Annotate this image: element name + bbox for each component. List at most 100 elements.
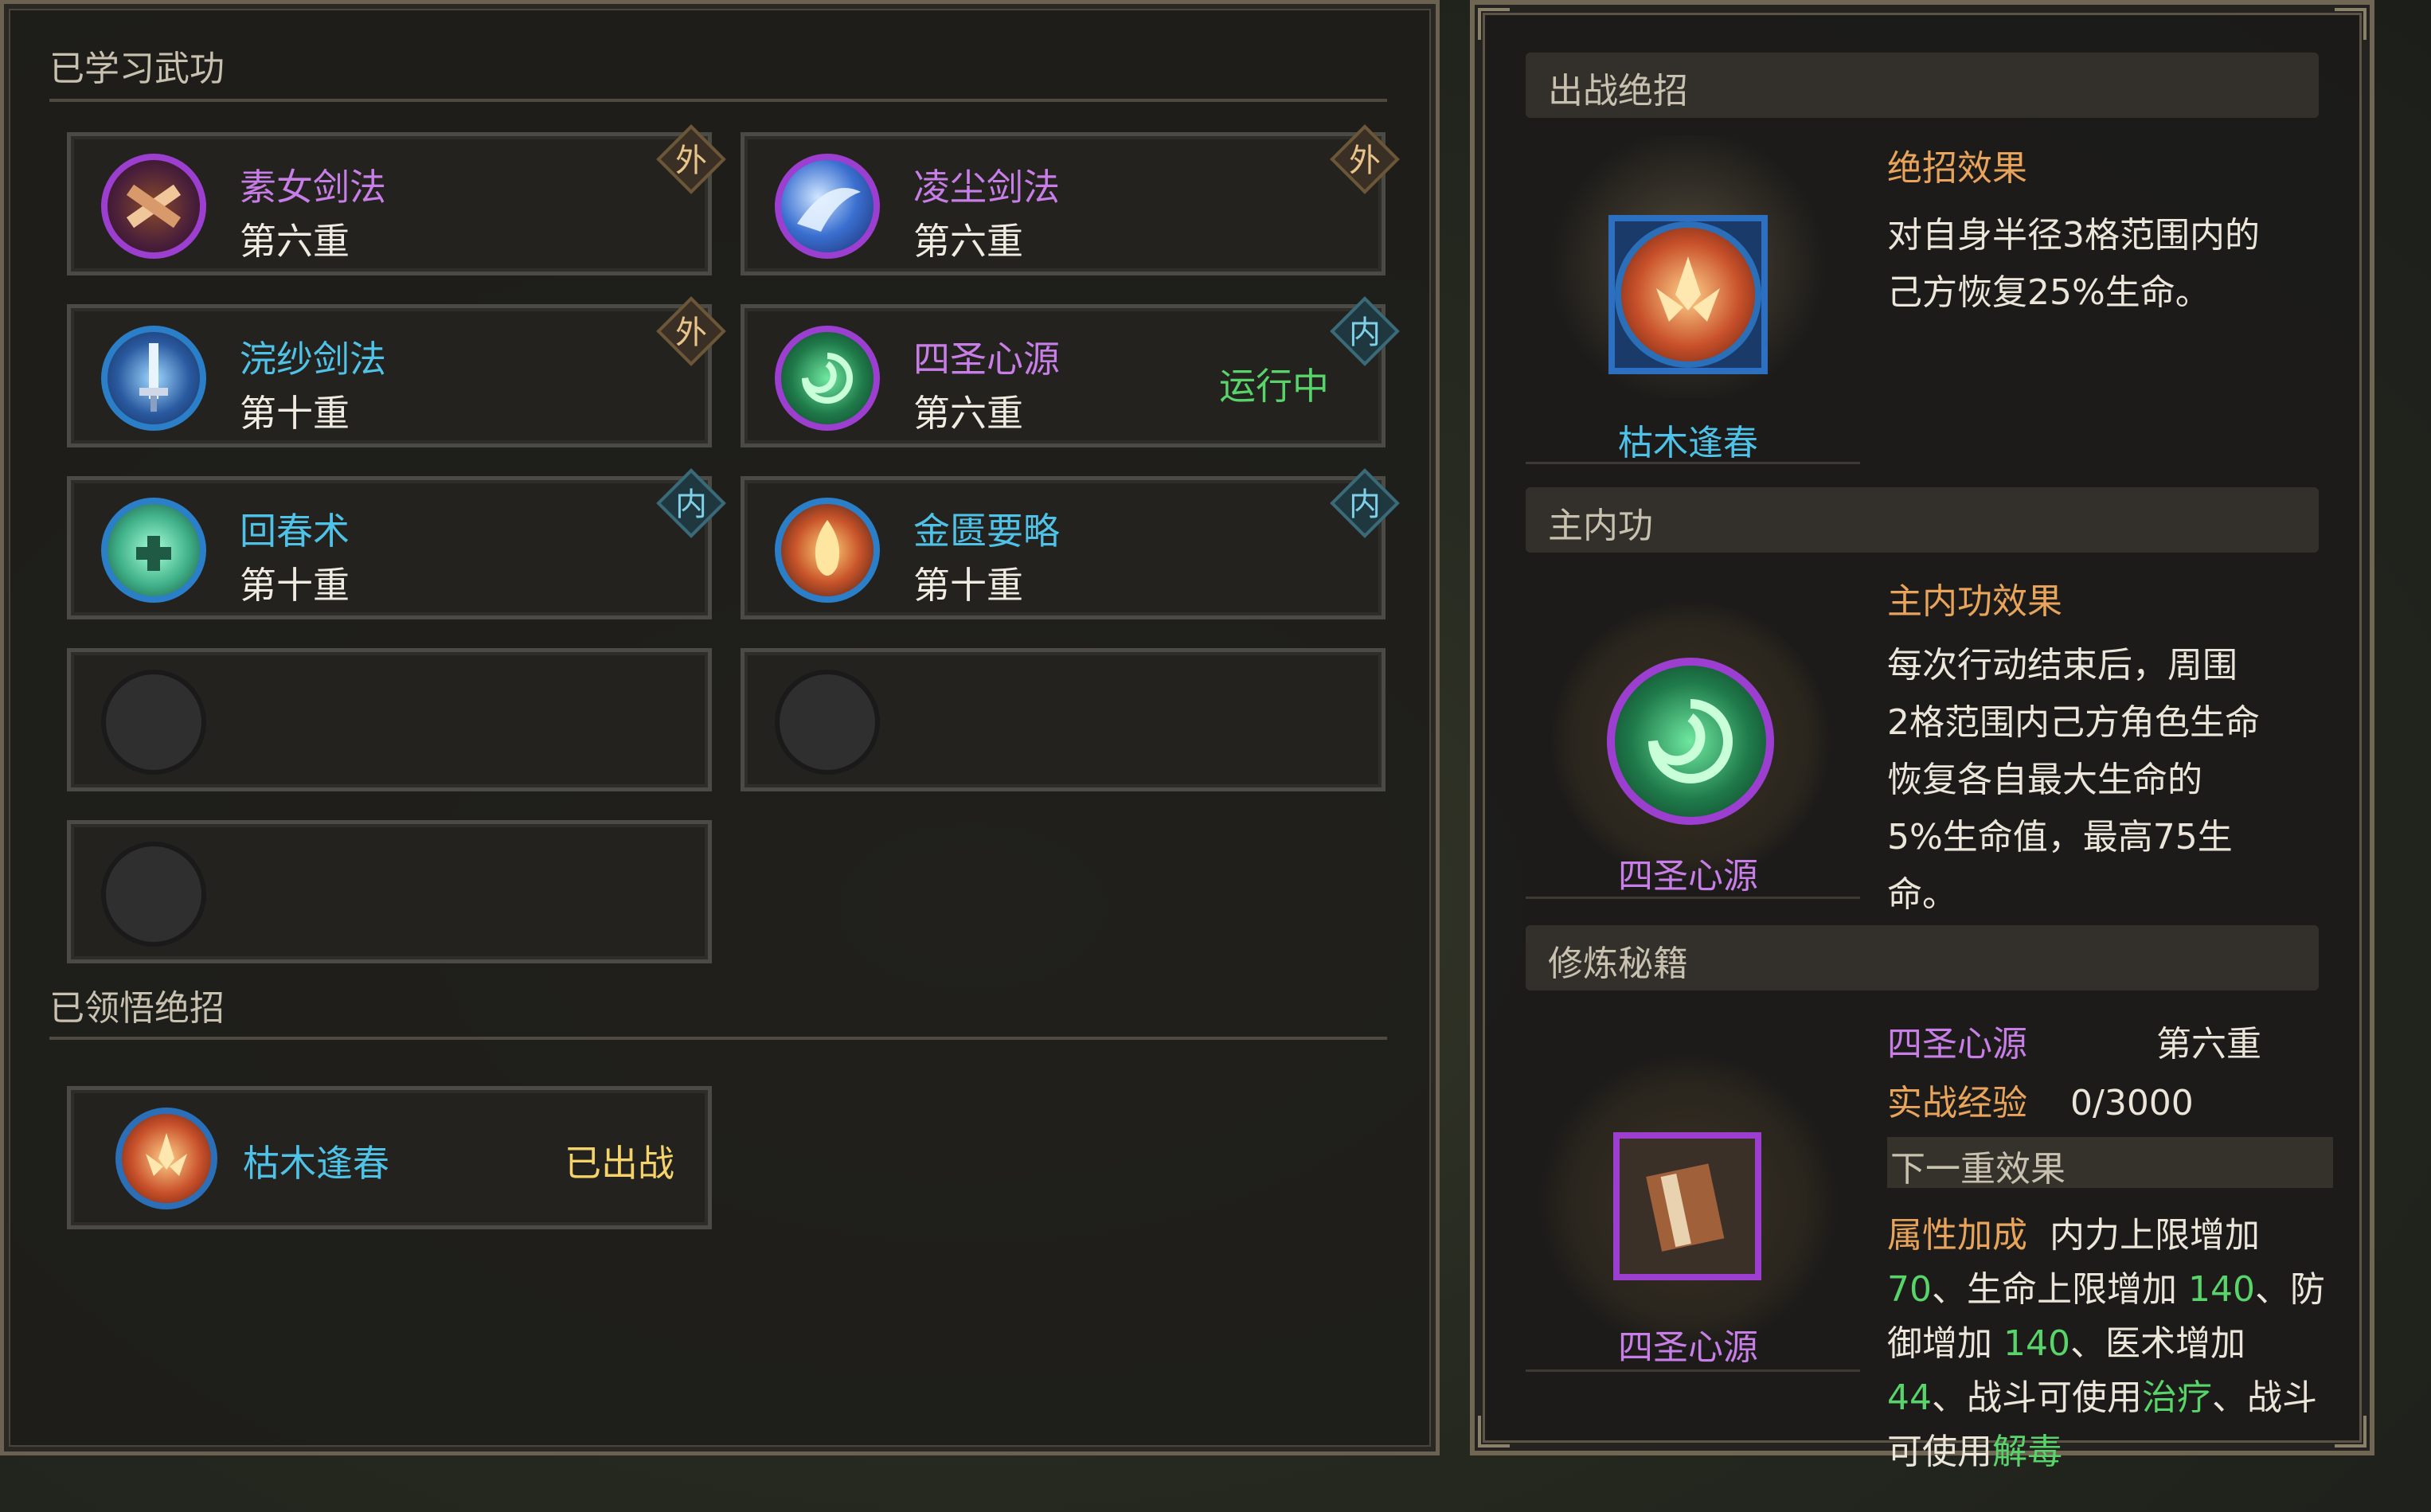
wave-blade-icon [775, 154, 880, 259]
bonus-value: 70 [1887, 1269, 1932, 1310]
frame-corner [2335, 1416, 2367, 1448]
skill-name: 浣纱剑法 [240, 338, 386, 381]
flame-icon [775, 498, 880, 603]
next-level-bar: 下一重效果 [1887, 1137, 2333, 1190]
bonus-value: 140 [2003, 1323, 2070, 1364]
header-label: 主内功 [1548, 506, 1653, 546]
skill-card-sunv[interactable]: 素女剑法 第六重 外 [67, 124, 726, 275]
empty-skill-slot[interactable] [67, 648, 712, 791]
skill-name: 凌尘剑法 [913, 166, 1060, 209]
lotus-icon [1615, 221, 1761, 368]
bonus-text: 、战斗 [2212, 1377, 2317, 1418]
frame-corner [2335, 8, 2367, 40]
healing-potion-icon [101, 498, 206, 603]
skill-level: 第十重 [913, 564, 1023, 607]
effect-text: 己方恢复25%生命。 [1887, 272, 2210, 313]
skill-name: 金匮要略 [913, 510, 1060, 553]
bonus-line: 属性加成 内力上限增加 [1887, 1207, 2260, 1264]
bonus-line: 70、生命上限增加 140、防 [1887, 1261, 2325, 1319]
ultimate-title: 已领悟绝招 [49, 988, 225, 1029]
bonus-value: 140 [2188, 1269, 2255, 1310]
detox-keyword: 解毒 [1992, 1432, 2062, 1472]
battle-ultimate-name: 枯木逢春 [1618, 423, 1758, 463]
empty-slot-icon [775, 670, 880, 775]
deployed-status: 已出战 [565, 1142, 674, 1185]
exp-label: 实战经验 [1887, 1083, 2027, 1123]
scroll-book-icon [1646, 1163, 1725, 1252]
frame-corner [1478, 1416, 1510, 1448]
training-skill-name: 四圣心源 [1887, 1024, 2027, 1065]
type-label: 内 [1349, 486, 1381, 523]
effect-text: 恢复各自最大生命的 [1887, 760, 2202, 800]
empty-slot-icon [101, 670, 206, 775]
type-label: 内 [1349, 315, 1381, 351]
training-header: 修炼秘籍 [1526, 925, 2319, 990]
bonus-line: 御增加 140、医术增加 [1887, 1315, 2245, 1373]
main-internal-header: 主内功 [1526, 487, 2319, 553]
effect-text: 5%生命值，最高75生 [1887, 817, 2233, 858]
effect-text: 每次行动结束后，周围 [1887, 645, 2238, 686]
type-label: 外 [675, 315, 707, 351]
ultimate-name: 枯木逢春 [243, 1142, 389, 1185]
effect-text: 2格范围内己方角色生命 [1887, 702, 2260, 743]
ultimate-card[interactable]: 枯木逢春 已出战 [67, 1086, 712, 1229]
title-divider [49, 99, 1387, 102]
effect-text: 对自身半径3格范围内的 [1887, 215, 2260, 256]
green-swirl-icon [775, 326, 880, 431]
sword-splash-icon [101, 326, 206, 431]
book-name: 四圣心源 [1618, 1327, 1758, 1368]
bonus-text: 、医术增加 [2069, 1323, 2245, 1364]
battle-ultimate-header: 出战绝招 [1526, 53, 2319, 118]
running-status: 运行中 [1219, 365, 1329, 408]
empty-skill-slot[interactable] [741, 648, 1386, 791]
skill-card-sisheng[interactable]: 四圣心源 第六重 运行中 内 [741, 296, 1400, 447]
skill-name: 四圣心源 [913, 338, 1060, 381]
skill-card-lingchen[interactable]: 凌尘剑法 第六重 外 [741, 124, 1400, 275]
attr-label: 属性加成 [1887, 1215, 2027, 1256]
bonus-text: 内力上限增加 [2049, 1215, 2260, 1256]
green-swirl-icon [1607, 658, 1774, 825]
skill-level: 第六重 [913, 392, 1023, 435]
skill-card-jinkui[interactable]: 金匮要略 第十重 内 [741, 468, 1400, 619]
skill-card-huichun[interactable]: 回春术 第十重 内 [67, 468, 726, 619]
bonus-text: 、防 [2254, 1269, 2325, 1310]
effect-title: 主内功效果 [1887, 581, 2062, 622]
type-label: 外 [1349, 143, 1381, 179]
book-slot[interactable] [1613, 1132, 1761, 1280]
skill-name: 回春术 [240, 510, 350, 553]
type-label: 内 [675, 486, 707, 523]
bonus-text: 可使用 [1887, 1432, 1992, 1472]
empty-slot-icon [101, 842, 206, 947]
next-level-title: 下一重效果 [1890, 1149, 2066, 1190]
skill-level: 第十重 [240, 564, 350, 607]
lotus-icon [115, 1108, 217, 1209]
bonus-text: 、战斗可使用 [1932, 1377, 2142, 1418]
header-label: 出战绝招 [1548, 71, 1688, 111]
crossed-sword-icon [101, 154, 206, 259]
header-label: 修炼秘籍 [1548, 944, 1688, 984]
exp-value: 0/3000 [2070, 1083, 2194, 1123]
learned-skills-title: 已学习武功 [49, 49, 225, 89]
skill-name: 素女剑法 [240, 166, 386, 209]
bonus-value: 44 [1887, 1377, 1932, 1418]
heal-keyword: 治疗 [2142, 1377, 2212, 1418]
skill-level: 第六重 [913, 220, 1023, 263]
training-skill-level: 第六重 [2156, 1024, 2261, 1065]
type-label: 外 [675, 143, 707, 179]
bonus-text: 、生命上限增加 [1932, 1269, 2177, 1310]
effect-title: 绝招效果 [1887, 148, 2027, 189]
ultimate-divider [49, 1037, 1387, 1040]
skill-level: 第六重 [240, 220, 350, 263]
bonus-text: 御增加 [1887, 1323, 1992, 1364]
icon-divider [1526, 1369, 1860, 1372]
skill-card-huansha[interactable]: 浣纱剑法 第十重 外 [67, 296, 726, 447]
empty-skill-slot[interactable] [67, 820, 712, 963]
frame-corner [1478, 8, 1510, 40]
icon-divider [1526, 462, 1860, 464]
effect-text: 命。 [1887, 874, 1957, 915]
main-internal-name: 四圣心源 [1618, 856, 1758, 897]
bonus-line: 可使用解毒 [1887, 1424, 2062, 1481]
bonus-line: 44、战斗可使用治疗、战斗 [1887, 1369, 2317, 1427]
icon-divider [1526, 897, 1860, 899]
skill-level: 第十重 [240, 392, 350, 435]
